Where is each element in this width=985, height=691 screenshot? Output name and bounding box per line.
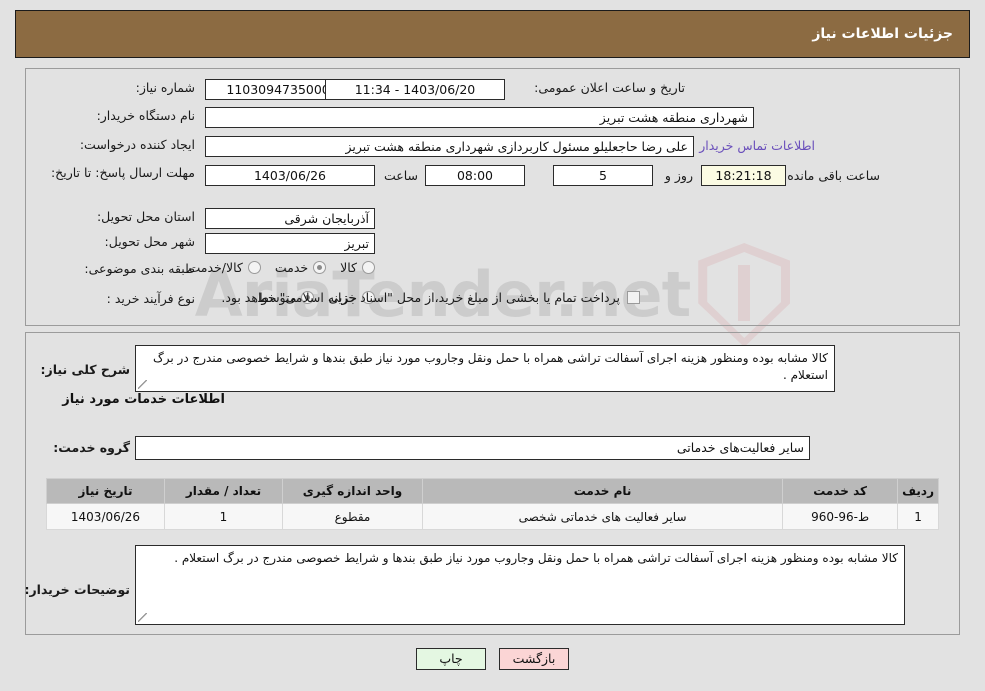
province-row: استان محل تحویل: bbox=[97, 209, 195, 224]
city-value: تبریز bbox=[205, 233, 375, 254]
buyer-org-value: شهرداری منطقه هشت تبریز bbox=[205, 107, 754, 128]
cell-radif: 1 bbox=[897, 503, 939, 530]
radio-category-kala-label: کالا bbox=[340, 260, 357, 275]
treasury-checkbox-row: پرداخت تمام یا بخشی از مبلغ خرید،از محل … bbox=[221, 290, 640, 305]
buyer-notes-label: توضیحات خریدار: bbox=[24, 582, 130, 597]
services-table-wrapper: ردیف کد خدمت نام خدمت واحد اندازه گیری ت… bbox=[46, 478, 939, 530]
deadline-label: مهلت ارسال پاسخ: تا تاریخ: bbox=[50, 165, 195, 180]
countdown-value: 18:21:18 bbox=[701, 165, 786, 186]
radio-category-kala-khedmat[interactable] bbox=[247, 261, 261, 274]
cell-name: سایر فعالیت های خدماتی شخصی bbox=[421, 503, 784, 530]
city-label: شهر محل تحویل: bbox=[104, 234, 195, 249]
treasury-checkbox[interactable] bbox=[627, 291, 640, 304]
requester-row: ایجاد کننده درخواست: bbox=[80, 137, 195, 152]
service-group-label: گروه خدمت: bbox=[53, 440, 130, 455]
deadline-time-value: 08:00 bbox=[425, 165, 525, 186]
radio-category-kala-khedmat-label: کالا/خدمت bbox=[188, 260, 243, 275]
page-title: جزئیات اطلاعات نیاز bbox=[812, 26, 953, 42]
col-header-quantity: تعداد / مقدار bbox=[164, 478, 283, 504]
description-textarea[interactable]: کالا مشابه بوده ومنظور هزینه اجرای آسفال… bbox=[135, 345, 835, 392]
province-label: استان محل تحویل: bbox=[96, 209, 195, 224]
cell-unit: مقطوع bbox=[282, 503, 423, 530]
remaining-days-value: 5 bbox=[553, 165, 653, 186]
requester-value: علی رضا حاجعلیلو مسئول کاربردازی شهرداری… bbox=[205, 136, 694, 157]
service-group-value: سایر فعالیت‌های خدماتی bbox=[135, 436, 810, 460]
radio-category-khedmat-label: خدمت bbox=[274, 260, 309, 275]
remaining-days-label: روز و bbox=[664, 168, 693, 183]
deadline-time-label: ساعت bbox=[383, 168, 418, 183]
announce-datetime-row: تاریخ و ساعت اعلان عمومی: bbox=[534, 80, 685, 95]
print-button[interactable]: چاپ bbox=[416, 648, 486, 670]
description-label: شرح کلی نیاز: bbox=[40, 362, 130, 377]
table-header-row: ردیف کد خدمت نام خدمت واحد اندازه گیری ت… bbox=[46, 478, 939, 504]
deadline-date-value: 1403/06/26 bbox=[205, 165, 375, 186]
radio-category-khedmat[interactable] bbox=[313, 261, 327, 274]
buyer-org-label: نام دستگاه خریدار: bbox=[96, 108, 195, 123]
province-value: آذربایجان شرقی bbox=[205, 208, 375, 229]
buyer-notes-textarea[interactable]: کالا مشابه بوده ومنظور هزینه اجرای آسفال… bbox=[135, 545, 905, 625]
cell-date: 1403/06/26 bbox=[46, 503, 165, 530]
announce-datetime-value: 1403/06/20 - 11:34 bbox=[325, 79, 505, 100]
process-label: نوع فرآیند خرید : bbox=[106, 291, 195, 306]
col-header-unit: واحد اندازه گیری bbox=[282, 478, 423, 504]
col-header-name: نام خدمت bbox=[421, 478, 784, 504]
services-section-heading: اطلاعات خدمات مورد نیاز bbox=[62, 392, 225, 407]
cell-quantity: 1 bbox=[164, 503, 283, 530]
process-row-label: نوع فرآیند خرید : bbox=[107, 291, 195, 306]
radio-category-kala[interactable] bbox=[362, 261, 375, 274]
requester-label: ایجاد کننده درخواست: bbox=[79, 137, 195, 152]
col-header-code: کد خدمت bbox=[782, 478, 899, 504]
deadline-row: مهلت ارسال پاسخ: تا تاریخ: bbox=[35, 165, 195, 180]
need-number-label: شماره نیاز: bbox=[135, 80, 195, 95]
back-button[interactable]: بازگشت bbox=[499, 648, 569, 670]
page-header-bar: جزئیات اطلاعات نیاز bbox=[15, 10, 970, 58]
footer-actions: بازگشت چاپ bbox=[0, 648, 985, 670]
buyer-contact-link[interactable]: اطلاعات تماس خریدار bbox=[699, 138, 815, 153]
services-table: ردیف کد خدمت نام خدمت واحد اندازه گیری ت… bbox=[46, 478, 939, 530]
category-radio-group: کالا خدمت کالا/خدمت bbox=[174, 260, 375, 275]
city-row: شهر محل تحویل: bbox=[105, 234, 195, 249]
remaining-hours-label: ساعت باقی مانده bbox=[787, 168, 880, 183]
col-header-radif: ردیف bbox=[897, 478, 939, 504]
col-header-date: تاریخ نیاز bbox=[46, 478, 165, 504]
table-row: 1 ط-96-960 سایر فعالیت های خدماتی شخصی م… bbox=[46, 503, 939, 530]
need-number-row: شماره نیاز: bbox=[35, 80, 195, 95]
cell-code: ط-96-960 bbox=[782, 503, 899, 530]
page-root: جزئیات اطلاعات نیاز AriaTender.net شماره… bbox=[0, 0, 985, 691]
buyer-org-row: نام دستگاه خریدار: bbox=[97, 108, 195, 123]
treasury-checkbox-label: پرداخت تمام یا بخشی از مبلغ خرید،از محل … bbox=[221, 290, 620, 305]
announce-datetime-label: تاریخ و ساعت اعلان عمومی: bbox=[534, 80, 685, 95]
